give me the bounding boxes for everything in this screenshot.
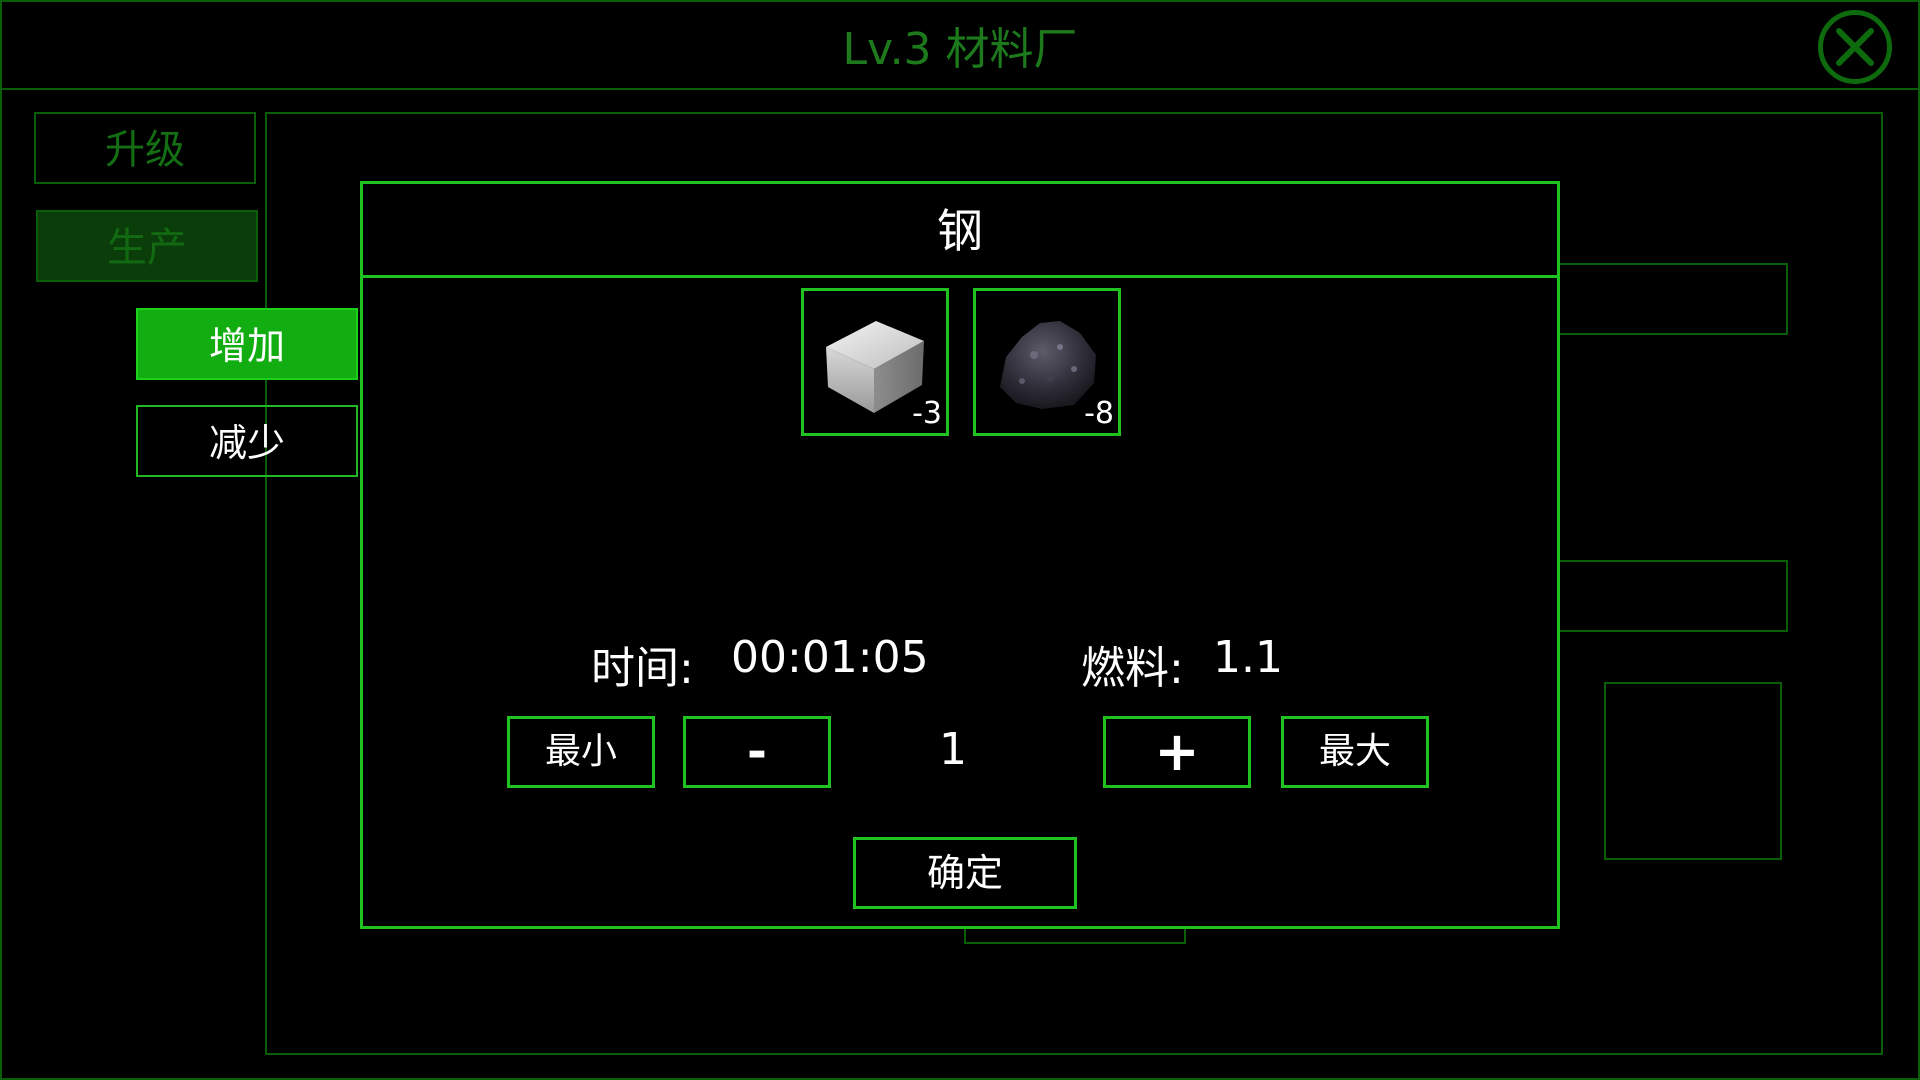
time-label: 时间: [591,643,694,694]
material-slot-coal[interactable]: -8 [973,288,1121,436]
produce-tab[interactable]: 生产 [36,210,258,282]
max-button[interactable]: 最大 [1281,716,1429,788]
background-box [1604,682,1782,860]
decrement-button[interactable]: - [683,716,831,788]
production-dialog: 钢 -3 -8 时间: 00:01:05 燃料: 1.1 最小 - 1 + 最大… [360,181,1560,929]
material-slot-steel[interactable]: -3 [801,288,949,436]
add-button[interactable]: 增加 [136,308,358,380]
dialog-title: 钢 [937,204,983,258]
material-count: -3 [912,396,942,431]
close-icon [1836,28,1874,66]
fuel-label: 燃料: [1081,643,1184,694]
min-button[interactable]: 最小 [507,716,655,788]
background-slot [1558,263,1788,335]
background-slot [1558,560,1788,632]
fuel-value: 1.1 [1213,632,1283,683]
window-title: Lv.3 材料厂 [842,24,1078,75]
increment-button[interactable]: + [1103,716,1251,788]
time-value: 00:01:05 [731,632,929,683]
upgrade-tab[interactable]: 升级 [34,112,256,184]
material-count: -8 [1084,396,1114,431]
confirm-button[interactable]: 确定 [853,837,1077,909]
close-button[interactable] [1818,10,1892,84]
reduce-button[interactable]: 减少 [136,405,358,477]
quantity-value: 1 [939,724,967,775]
